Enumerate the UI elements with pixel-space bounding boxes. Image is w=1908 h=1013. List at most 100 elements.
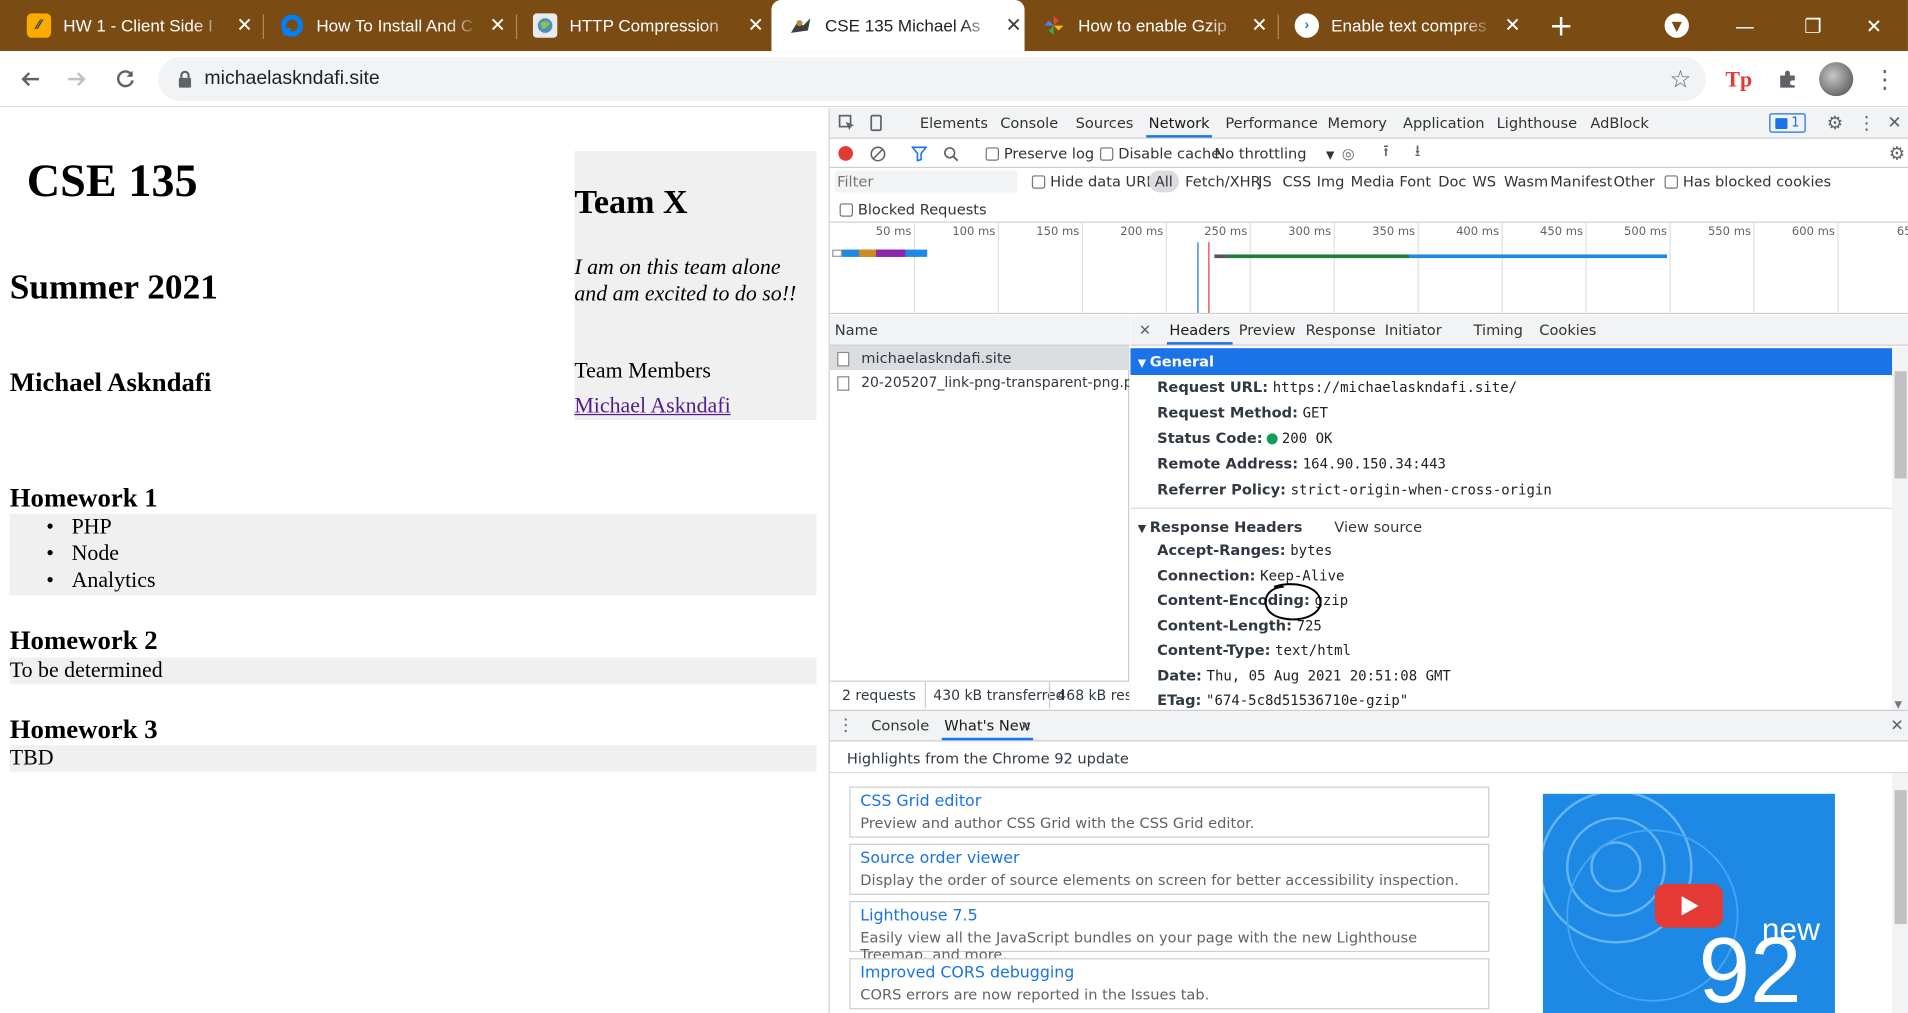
tab-headers[interactable]: Headers (1166, 315, 1233, 345)
window-close-button[interactable]: ✕ (1840, 0, 1908, 51)
filter-css[interactable]: CSS (1283, 168, 1312, 195)
tab-digitalocean[interactable]: How To Install And C ✕ (270, 0, 508, 51)
tab-initiator[interactable]: Initiator (1385, 315, 1442, 344)
close-icon[interactable]: ✕ (1888, 716, 1905, 735)
record-icon[interactable] (837, 145, 854, 162)
filter-all[interactable]: All (1148, 170, 1179, 193)
drawer-tab-console[interactable]: Console (871, 711, 929, 740)
close-icon[interactable]: ✕ (1003, 13, 1025, 37)
drawer-scrollbar[interactable] (1892, 773, 1908, 1013)
tab-preview[interactable]: Preview (1239, 315, 1296, 344)
filter-font[interactable]: Font (1399, 168, 1431, 195)
filter-other[interactable]: Other (1613, 168, 1654, 195)
blocked-requests-checkbox[interactable]: Blocked Requests (839, 196, 987, 223)
feature-link[interactable]: Improved CORS debugging (860, 964, 1074, 982)
preserve-log-checkbox[interactable]: Preserve log (985, 140, 1094, 167)
filter-media[interactable]: Media (1351, 168, 1395, 195)
feature-link[interactable]: Source order viewer (860, 850, 1019, 868)
scrollbar-thumb[interactable] (1894, 371, 1907, 479)
close-icon[interactable]: ✕ (487, 13, 509, 37)
tab-timing[interactable]: Timing (1474, 315, 1523, 344)
search-icon[interactable] (942, 145, 959, 162)
filter-icon[interactable] (910, 145, 927, 162)
tab-enable-compression[interactable]: › Enable text compres ✕ (1285, 0, 1523, 51)
close-icon[interactable]: ✕ (1138, 320, 1153, 339)
close-icon[interactable]: ✕ (1502, 13, 1524, 37)
tab-hw1[interactable]: ⁄⁄ HW 1 - Client Side I ✕ (17, 0, 255, 51)
address-bar[interactable]: michaelaskndafi.site ☆ (158, 57, 1706, 102)
hide-data-urls-checkbox[interactable]: Hide data URLs (1031, 168, 1162, 195)
wifi-settings-icon[interactable]: ◎ (1338, 144, 1357, 163)
scrollbar-thumb[interactable] (1894, 790, 1907, 925)
upload-icon[interactable]: ⭱ (1377, 142, 1394, 163)
tab-cse135[interactable]: CSE 135 Michael As ✕ (771, 0, 1025, 52)
tab-gzip[interactable]: How to enable Gzip ✕ (1032, 0, 1270, 51)
close-icon[interactable]: ✕ (234, 13, 256, 37)
device-toolbar-icon[interactable] (866, 113, 885, 132)
filter-wasm[interactable]: Wasm (1504, 168, 1548, 195)
team-member-link[interactable]: Michael Askndafi (574, 393, 730, 419)
video-thumbnail[interactable]: new 92 (1542, 793, 1835, 1013)
disable-cache-checkbox[interactable]: Disable cache (1099, 140, 1220, 167)
tab-console[interactable]: Console (1000, 108, 1058, 137)
extensions-puzzle-icon[interactable] (1769, 61, 1806, 98)
tab-response[interactable]: Response (1306, 315, 1376, 344)
throttling-select[interactable]: No throttling ▼ (1214, 140, 1334, 167)
tab-memory[interactable]: Memory (1328, 108, 1387, 137)
scroll-down-arrow-icon[interactable]: ▼ (1895, 699, 1902, 710)
minimize-button[interactable]: — (1711, 0, 1779, 51)
filter-manifest[interactable]: Manifest (1550, 168, 1612, 195)
feature-card[interactable]: Source order viewer Display the order of… (849, 843, 1490, 895)
close-icon[interactable]: ✕ (1885, 112, 1904, 134)
tab-adblock[interactable]: AdBlock (1590, 108, 1649, 137)
tab-performance[interactable]: Performance (1225, 108, 1318, 137)
reload-button[interactable] (107, 61, 144, 98)
filter-ws[interactable]: WS (1472, 168, 1496, 195)
tab-lighthouse[interactable]: Lighthouse (1497, 108, 1577, 137)
gear-icon[interactable]: ⚙ (1824, 112, 1846, 134)
tab-network[interactable]: Network (1146, 108, 1213, 138)
tab-http-compression[interactable]: HTTP Compression ✕ (523, 0, 766, 51)
view-source-link[interactable]: View source (1334, 519, 1422, 536)
response-headers-section-header[interactable]: ▼ Response Headers View source (1138, 515, 1422, 539)
star-icon[interactable]: ☆ (1670, 65, 1692, 94)
kebab-menu-icon[interactable]: ⋮ (1857, 112, 1875, 134)
filter-js[interactable]: JS (1258, 168, 1272, 195)
tab-search-button[interactable]: ▼ (1643, 0, 1711, 51)
filter-doc[interactable]: Doc (1438, 168, 1466, 195)
tp-extension-icon[interactable]: Tp (1721, 61, 1758, 98)
feature-link[interactable]: CSS Grid editor (860, 793, 981, 811)
tab-application[interactable]: Application (1403, 108, 1485, 137)
has-blocked-cookies-checkbox[interactable]: Has blocked cookies (1664, 168, 1831, 195)
avatar[interactable] (1818, 61, 1855, 98)
kebab-menu-icon[interactable]: ⋮ (1867, 61, 1904, 98)
inspect-element-icon[interactable] (837, 113, 856, 132)
timeline-tick-label: 250 ms (1204, 225, 1248, 239)
tab-elements[interactable]: Elements (920, 108, 988, 137)
back-button[interactable] (12, 61, 49, 98)
general-section-header[interactable]: ▼ General (1130, 348, 1893, 375)
gear-icon[interactable]: ⚙ (1886, 142, 1908, 164)
feature-card[interactable]: Improved CORS debugging CORS errors are … (849, 958, 1490, 1010)
request-row[interactable]: 20-205207_link-png-transparent-png.png (830, 370, 1129, 394)
kebab-menu-icon[interactable]: ⋮ (837, 715, 854, 737)
close-icon[interactable]: ✕ (745, 13, 767, 37)
request-row[interactable]: michaelaskndafi.site (829, 345, 1130, 371)
scrollbar[interactable]: ▼ (1892, 346, 1908, 710)
close-icon[interactable]: ✕ (1248, 13, 1270, 37)
issues-badge[interactable]: 1 (1769, 113, 1806, 133)
filter-fetch-xhr[interactable]: Fetch/XHR (1185, 168, 1261, 195)
new-tab-button[interactable]: + (1528, 0, 1594, 51)
clear-icon[interactable] (869, 145, 886, 162)
download-icon[interactable]: ⭳ (1409, 142, 1426, 163)
restore-button[interactable]: ❐ (1779, 0, 1847, 51)
tab-cookies[interactable]: Cookies (1539, 315, 1596, 344)
feature-card[interactable]: Lighthouse 7.5 Easily view all the JavaS… (849, 900, 1490, 963)
feature-card[interactable]: CSS Grid editor Preview and author CSS G… (849, 786, 1490, 838)
feature-link[interactable]: Lighthouse 7.5 (860, 907, 977, 925)
close-icon[interactable]: ✕ (1020, 716, 1032, 735)
filter-img[interactable]: Img (1317, 168, 1345, 195)
tab-sources[interactable]: Sources (1076, 108, 1134, 137)
forward-button[interactable] (58, 61, 95, 98)
filter-input[interactable] (834, 170, 1018, 193)
